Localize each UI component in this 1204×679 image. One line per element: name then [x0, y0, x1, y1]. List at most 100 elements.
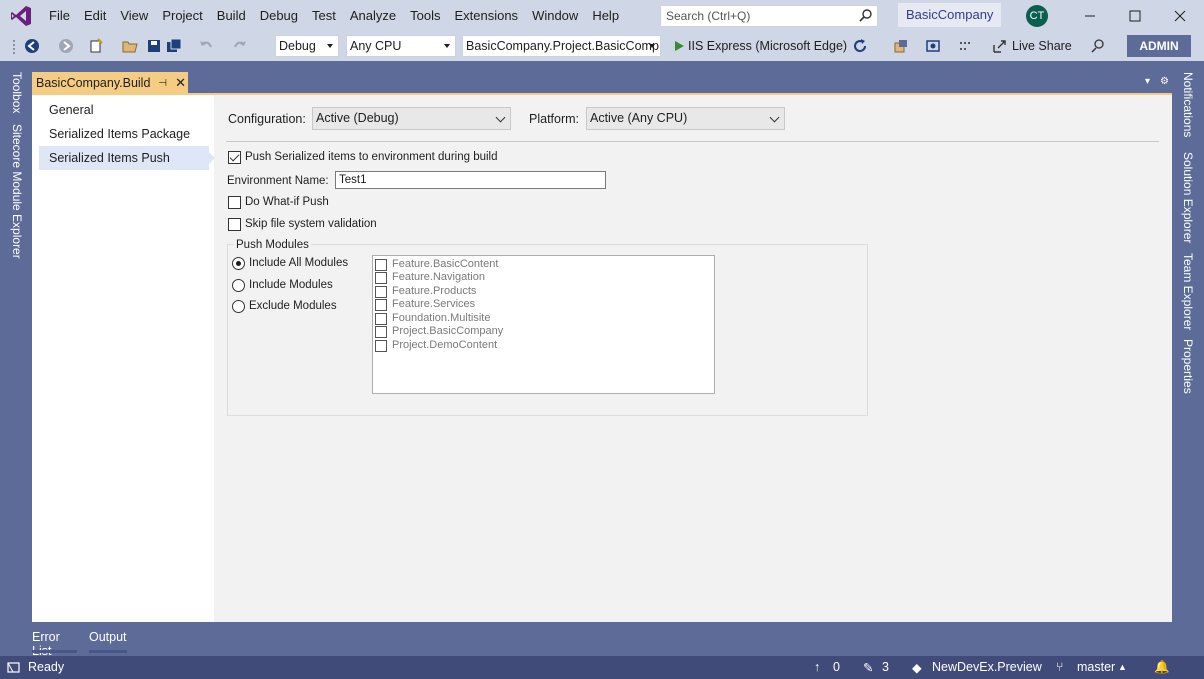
close-icon[interactable] — [1170, 6, 1190, 26]
pending-changes-count[interactable]: 3 — [882, 660, 889, 674]
sitecore-module-explorer-tab[interactable]: Sitecore Module Explorer — [10, 124, 24, 259]
new-project-icon[interactable] — [88, 38, 104, 54]
undo-icon[interactable] — [198, 38, 214, 54]
save-all-icon[interactable] — [166, 38, 182, 54]
browser-link-icon[interactable] — [893, 38, 909, 54]
platform-select[interactable]: Active (Any CPU) — [586, 107, 785, 130]
menu-tools[interactable]: Tools — [403, 0, 447, 31]
skip-validation-checkbox[interactable] — [228, 218, 241, 231]
menu-file[interactable]: File — [42, 0, 77, 31]
run-target-label[interactable]: IIS Express (Microsoft Edge) — [688, 39, 847, 53]
chevron-down-icon — [495, 112, 506, 123]
menu-edit[interactable]: Edit — [77, 0, 113, 31]
configuration-select-value: Active (Debug) — [316, 111, 399, 125]
include-modules-radio[interactable] — [232, 279, 245, 292]
configuration-select[interactable]: Active (Debug) — [312, 107, 511, 130]
module-checkbox[interactable] — [375, 272, 387, 284]
module-list[interactable]: Feature.BasicContent Feature.Navigation … — [372, 255, 715, 394]
menu-analyze[interactable]: Analyze — [343, 0, 403, 31]
search-placeholder: Search (Ctrl+Q) — [666, 9, 751, 23]
menu-help[interactable]: Help — [585, 0, 626, 31]
push-checkbox-label[interactable]: Push Serialized items to environment dur… — [245, 151, 498, 163]
push-checkbox[interactable] — [228, 151, 241, 164]
properties-nav: General Serialized Items Package Seriali… — [32, 95, 215, 622]
menu-project[interactable]: Project — [155, 0, 209, 31]
open-folder-icon[interactable] — [122, 38, 138, 54]
error-list-tab[interactable]: Error List — [32, 630, 60, 658]
redo-icon[interactable] — [232, 38, 248, 54]
menu-extensions[interactable]: Extensions — [447, 0, 525, 31]
notification-bell-icon[interactable]: 🔔 — [1154, 660, 1170, 675]
minimize-icon[interactable] — [1080, 6, 1100, 26]
solution-name: BasicCompany — [898, 3, 1002, 27]
maximize-icon[interactable] — [1125, 6, 1145, 26]
right-tool-strip: Notifications Solution Explorer Team Exp… — [1172, 66, 1204, 656]
properties-tab[interactable]: Properties — [1181, 339, 1195, 394]
search-input[interactable]: Search (Ctrl+Q) — [660, 5, 878, 27]
branch-name[interactable]: master — [1077, 660, 1115, 674]
include-modules-label[interactable]: Include Modules — [249, 279, 333, 291]
output-tab[interactable]: Output — [89, 630, 127, 644]
menu-build[interactable]: Build — [210, 0, 253, 31]
live-share-label[interactable]: Live Share — [1012, 39, 1072, 53]
what-if-push-label[interactable]: Do What-if Push — [245, 196, 329, 208]
startup-project-dropdown[interactable]: BasicCompany.Project.BasicComp — [462, 35, 661, 57]
pin-icon[interactable]: ⊣ — [158, 78, 167, 89]
tab-list-dropdown-icon[interactable]: ▾ — [1145, 76, 1150, 87]
menu-debug[interactable]: Debug — [253, 0, 305, 31]
play-icon[interactable] — [671, 38, 687, 54]
environment-name-label: Environment Name: — [227, 175, 329, 187]
forward-icon[interactable] — [58, 38, 74, 54]
environment-name-input[interactable]: Test1 — [335, 171, 606, 189]
back-icon[interactable] — [24, 38, 40, 54]
toolbar: Debug Any CPU BasicCompany.Project.Basic… — [0, 31, 1204, 61]
include-all-modules-radio[interactable] — [232, 257, 245, 270]
push-settings-panel: Configuration: Active (Debug) Platform: … — [214, 95, 1172, 622]
platform-label: Platform: — [529, 112, 580, 126]
unpushed-commits-count[interactable]: 0 — [833, 660, 840, 674]
gear-icon[interactable]: ⚙ — [1160, 76, 1169, 87]
admin-button[interactable]: ADMIN — [1127, 35, 1191, 57]
menu-window[interactable]: Window — [525, 0, 585, 31]
nav-item-serialized-items-package[interactable]: Serialized Items Package — [39, 122, 209, 146]
chevron-up-icon[interactable]: ▲ — [1118, 662, 1127, 672]
module-label: Foundation.Multisite — [392, 312, 491, 324]
menu-test[interactable]: Test — [305, 0, 343, 31]
chevron-down-icon — [649, 44, 655, 48]
notifications-tab[interactable]: Notifications — [1181, 72, 1195, 137]
module-checkbox[interactable] — [375, 259, 387, 271]
document-tab-title: BasicCompany.Build — [36, 76, 151, 90]
document-tab[interactable]: BasicCompany.Build ⊣ ✕ — [32, 72, 188, 94]
nav-item-general[interactable]: General — [39, 98, 209, 122]
close-tab-icon[interactable]: ✕ — [175, 75, 186, 91]
configuration-dropdown[interactable]: Debug — [275, 35, 339, 57]
repository-name[interactable]: NewDevEx.Preview — [932, 660, 1042, 674]
save-icon[interactable] — [146, 38, 162, 54]
module-checkbox[interactable] — [375, 299, 387, 311]
toolbar-options-icon[interactable] — [958, 38, 974, 54]
include-all-modules-label[interactable]: Include All Modules — [249, 257, 348, 269]
module-label: Project.DemoContent — [392, 339, 498, 351]
team-explorer-tab[interactable]: Team Explorer — [1181, 253, 1195, 330]
menu-view[interactable]: View — [113, 0, 155, 31]
exclude-modules-radio[interactable] — [232, 300, 245, 313]
screenshot-icon[interactable] — [925, 38, 941, 54]
module-checkbox[interactable] — [375, 286, 387, 298]
avatar[interactable]: CT — [1026, 5, 1048, 27]
skip-validation-label[interactable]: Skip file system validation — [245, 218, 377, 230]
live-share-icon[interactable] — [992, 38, 1008, 54]
module-checkbox[interactable] — [375, 313, 387, 325]
module-checkbox[interactable] — [375, 340, 387, 352]
refresh-icon[interactable] — [852, 38, 868, 54]
platform-value: Any CPU — [350, 39, 402, 53]
platform-dropdown[interactable]: Any CPU — [346, 35, 456, 57]
module-label: Feature.BasicContent — [392, 258, 499, 270]
solution-explorer-tab[interactable]: Solution Explorer — [1181, 152, 1195, 243]
module-checkbox[interactable] — [375, 326, 387, 338]
nav-item-serialized-items-push[interactable]: Serialized Items Push — [39, 146, 215, 170]
feedback-icon[interactable] — [1090, 38, 1106, 54]
startup-project-value: BasicCompany.Project.BasicComp — [466, 39, 659, 53]
toolbox-tab[interactable]: Toolbox — [10, 72, 24, 113]
what-if-push-checkbox[interactable] — [228, 196, 241, 209]
exclude-modules-label[interactable]: Exclude Modules — [249, 300, 337, 312]
